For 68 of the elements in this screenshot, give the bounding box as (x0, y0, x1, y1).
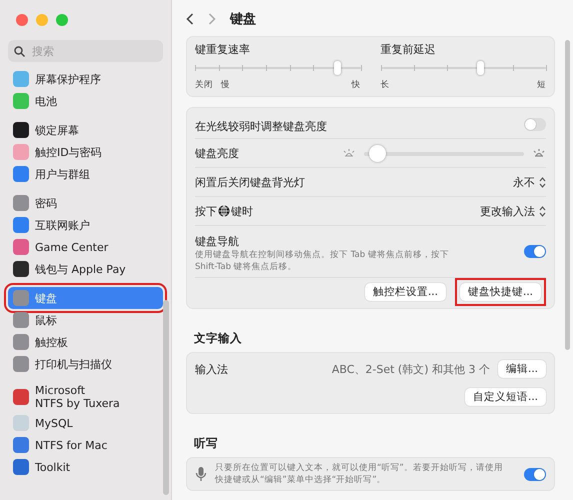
globe-icon (218, 205, 230, 217)
sidebar-item[interactable]: 锁定屏幕 (8, 119, 163, 141)
sidebar-item[interactable]: MySQL (8, 412, 163, 434)
scrollbar[interactable] (565, 40, 570, 350)
search-field[interactable]: 搜索 (8, 40, 163, 62)
sun-bright-icon (532, 148, 546, 158)
slider-end-label: 快 (352, 79, 360, 91)
toggle-switch[interactable] (524, 245, 546, 258)
setting-label: 键时 (231, 204, 253, 218)
brightness-slider[interactable] (364, 144, 524, 162)
toggle-switch[interactable] (524, 468, 546, 480)
setting-description: 使用键盘导航在控制间移动焦点。按下 Tab 键将焦点前移，按下 Shift-Tab 键将焦点后移。 (195, 249, 450, 273)
toggle-switch[interactable] (524, 118, 546, 130)
close-button[interactable] (16, 14, 28, 26)
phrases-button[interactable]: 自定义短语... (464, 388, 546, 406)
setting-label: 在光线较弱时调整键盘亮度 (195, 120, 327, 132)
section-title: 文字输入 (194, 331, 243, 346)
settings-button[interactable]: 键盘快捷键... (460, 283, 541, 301)
microphone-icon (195, 466, 207, 482)
slider-title: 键重复速率 (195, 42, 251, 57)
sidebar-item[interactable]: 打印机与扫描仪 (8, 353, 163, 375)
setting-label: 键盘导航 (195, 235, 239, 248)
sidebar-item[interactable]: 用户与群组 (8, 163, 163, 185)
sidebar-item[interactable]: 电池 (8, 90, 163, 112)
sidebar-item[interactable]: Toolkit (8, 456, 163, 478)
minimize-button[interactable] (36, 14, 48, 26)
popup-button[interactable]: 更改输入法 (480, 204, 546, 218)
slider-track[interactable] (380, 61, 546, 75)
edit-button[interactable]: 编辑... (498, 360, 546, 378)
section-title: 听写 (194, 436, 219, 451)
popup-button[interactable]: 永不 (513, 174, 546, 190)
slider-track[interactable] (195, 61, 360, 75)
sidebar-item[interactable]: 键盘 (8, 287, 163, 309)
slider-thumb[interactable] (334, 61, 342, 75)
slider-end-label: 短 (537, 79, 546, 91)
settings-button[interactable]: 触控栏设置... (364, 283, 446, 301)
sidebar-item[interactable]: 屏幕保护程序 (8, 68, 163, 90)
setting-label: 闲置后关闭键盘背光灯 (195, 174, 305, 190)
setting-label: 按下 (195, 204, 217, 218)
slider-end-label: 长 (380, 79, 390, 91)
sun-dim-icon (342, 148, 356, 158)
sidebar-item[interactable]: 触控ID与密码 (8, 141, 163, 163)
sidebar-item[interactable]: 互联网账户 (8, 214, 163, 236)
forward-icon[interactable] (208, 13, 216, 25)
setting-label: 输入法 (195, 362, 228, 376)
sidebar-item[interactable]: Microsoft NTFS by Tuxera (8, 382, 163, 412)
slider-thumb[interactable] (476, 61, 484, 75)
window-title: 键盘 (230, 11, 256, 28)
slider-thumb[interactable] (368, 144, 386, 162)
slider-end-label: 关闭 (195, 79, 213, 91)
sidebar-item[interactable]: 鼠标 (8, 309, 163, 331)
slider-end-label: 慢 (221, 79, 230, 91)
sidebar-item[interactable]: NTFS for Mac (8, 434, 163, 456)
zoom-button[interactable] (56, 14, 68, 26)
search-input[interactable]: 搜索 (30, 44, 157, 58)
setting-value: ABC、2-Set (韩文) 和其他 3 个 (332, 362, 490, 376)
chevron-updown-icon (539, 176, 546, 188)
scrollbar[interactable] (163, 300, 169, 495)
sidebar-item[interactable]: 触控板 (8, 331, 163, 353)
slider-title: 重复前延迟 (380, 42, 436, 57)
chevron-updown-icon (539, 206, 546, 216)
search-icon (14, 46, 25, 56)
dictation-description: 只要所在位置可以键入文本，就可以使用“听写”。若要开始听写，请使用快捷键或从“编辑”菜单中选择“开始听写”。 (215, 462, 504, 486)
sidebar-item[interactable]: Game Center (8, 236, 163, 258)
sidebar-item[interactable]: 密码 (8, 192, 163, 214)
back-icon[interactable] (186, 13, 194, 25)
setting-label: 键盘亮度 (195, 146, 239, 160)
sidebar-item[interactable]: 钱包与 Apple Pay (8, 258, 163, 280)
